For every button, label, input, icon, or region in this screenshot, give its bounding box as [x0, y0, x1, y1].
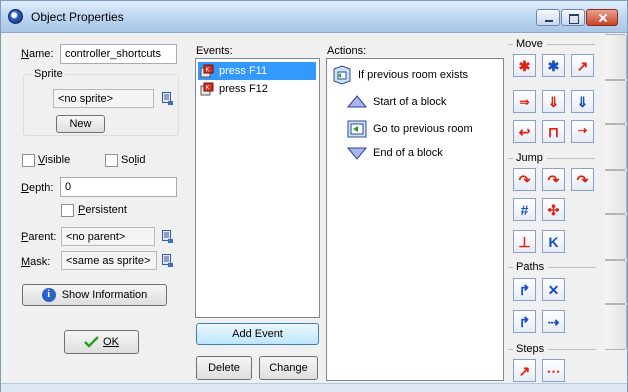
jump-position-icon[interactable]: ↷ [513, 168, 536, 191]
step-towards-icon[interactable]: ↗ [513, 359, 536, 382]
ok-button[interactable]: OK [64, 330, 139, 354]
action-item[interactable]: If previous room exists [332, 65, 468, 85]
visible-label: Visible [38, 154, 71, 166]
palette-tab[interactable] [605, 124, 627, 170]
mask-picker-icon[interactable] [162, 254, 173, 267]
title-bar[interactable]: Object Properties [1, 1, 627, 33]
actions-header: Actions: [327, 45, 367, 57]
end-block-icon [347, 147, 367, 160]
keyboard-event-icon: K [200, 82, 214, 95]
action-label: End of a block [373, 147, 443, 159]
bounce-icon[interactable]: K [542, 230, 565, 253]
move-contact-icon[interactable]: ⊥ [513, 230, 536, 253]
action-label: If previous room exists [358, 69, 469, 81]
section-paths: Paths [508, 261, 596, 273]
palette-tab[interactable] [605, 34, 627, 80]
jump-start-icon[interactable]: ↷ [542, 168, 565, 191]
if-room-exists-icon [333, 65, 351, 85]
path-position-icon[interactable]: ↱ [513, 310, 536, 333]
align-grid-icon[interactable]: # [513, 198, 536, 221]
event-label: press F12 [219, 83, 268, 95]
new-sprite-button[interactable]: New [56, 115, 105, 133]
reverse-horizontal-icon[interactable]: ↩ [513, 120, 536, 143]
events-header: Events: [196, 45, 233, 57]
maximize-button[interactable] [561, 9, 585, 26]
sprite-field[interactable]: <no sprite> [53, 89, 154, 108]
parent-label: Parent: [21, 231, 57, 243]
sprite-picker-icon[interactable] [162, 92, 173, 105]
persistent-checkbox[interactable] [61, 204, 74, 217]
friction-icon[interactable]: ⇢ [571, 120, 594, 143]
name-input[interactable]: controller_shortcuts [60, 44, 177, 64]
info-icon: i [41, 288, 56, 302]
palette-tab[interactable] [605, 80, 627, 124]
keyboard-event-icon: K [200, 64, 214, 77]
start-block-icon [347, 95, 367, 108]
window-controls [536, 9, 618, 26]
visible-checkbox[interactable] [22, 154, 35, 167]
minimize-button[interactable] [536, 9, 560, 26]
sprite-legend: Sprite [32, 68, 65, 80]
close-button[interactable] [586, 9, 618, 26]
depth-label: Depth: [21, 182, 54, 194]
action-item[interactable]: Start of a block [347, 92, 446, 112]
event-item[interactable]: K press F12 [198, 80, 316, 98]
persistent-label: Persistent [78, 204, 127, 216]
section-move: Move [508, 38, 595, 50]
end-path-icon[interactable]: ✕ [542, 278, 565, 301]
palette-tab[interactable] [605, 260, 627, 304]
window-title: Object Properties [31, 10, 124, 24]
solid-checkbox[interactable] [105, 154, 118, 167]
wrap-screen-icon[interactable]: ✣ [542, 198, 565, 221]
speed-vertical-icon[interactable]: ⇓ [542, 90, 565, 113]
step-avoiding-icon[interactable]: ⋯ [542, 359, 565, 382]
move-free-icon[interactable]: ✱ [542, 54, 565, 77]
action-label: Go to previous room [373, 123, 473, 135]
mask-field[interactable]: <same as sprite> [61, 251, 157, 270]
delete-button[interactable]: Delete [196, 356, 252, 380]
name-label: Name: [21, 48, 54, 60]
action-label: Start of a block [373, 96, 447, 108]
action-palette: Move ✱ ✱ ↗ ⇒ ⇓ ⇓ ↩ ⊓ ⇢ Jump ↷ ↷ ↷ # ✣ ⊥ … [505, 34, 605, 390]
action-item[interactable]: End of a block [347, 143, 443, 163]
gravity-icon[interactable]: ⇓ [571, 90, 594, 113]
move-towards-icon[interactable]: ↗ [571, 54, 594, 77]
window-icon [8, 9, 23, 24]
section-steps: Steps [508, 343, 596, 355]
checkmark-icon [84, 336, 99, 348]
svg-text:K: K [206, 85, 210, 91]
go-previous-room-icon [347, 120, 367, 138]
event-item[interactable]: K press F11 [198, 62, 316, 80]
palette-tabs [605, 34, 627, 390]
parent-field[interactable]: <no parent> [61, 227, 155, 246]
reverse-vertical-icon[interactable]: ⊓ [542, 120, 565, 143]
add-event-button[interactable]: Add Event [196, 323, 319, 345]
show-information-label: Show Information [61, 289, 148, 301]
depth-input[interactable]: 0 [60, 177, 177, 197]
event-label: press F11 [219, 65, 268, 77]
action-item[interactable]: Go to previous room [347, 119, 473, 139]
palette-tab[interactable] [605, 170, 627, 214]
palette-tab[interactable] [605, 214, 627, 260]
svg-text:K: K [206, 67, 210, 73]
path-speed-icon[interactable]: ⇢ [542, 310, 565, 333]
move-fixed-icon[interactable]: ✱ [513, 54, 536, 77]
set-path-icon[interactable]: ↱ [513, 278, 536, 301]
change-button[interactable]: Change [259, 356, 318, 380]
mask-label: Mask: [21, 256, 51, 268]
jump-random-icon[interactable]: ↷ [571, 168, 594, 191]
parent-picker-icon[interactable] [162, 230, 173, 243]
solid-label: Solid [121, 154, 146, 166]
show-information-button[interactable]: i Show Information [22, 284, 167, 306]
events-list[interactable]: K press F11 K press F12 [195, 58, 320, 318]
actions-list[interactable]: If previous room exists Start of a block… [326, 58, 504, 381]
ok-label: OK [103, 336, 119, 348]
bottom-strip [1, 383, 627, 392]
palette-tab[interactable] [605, 304, 627, 350]
section-jump: Jump [508, 152, 595, 164]
speed-horizontal-icon[interactable]: ⇒ [513, 90, 536, 113]
object-properties-window: Object Properties Name: controller_short… [0, 0, 628, 392]
